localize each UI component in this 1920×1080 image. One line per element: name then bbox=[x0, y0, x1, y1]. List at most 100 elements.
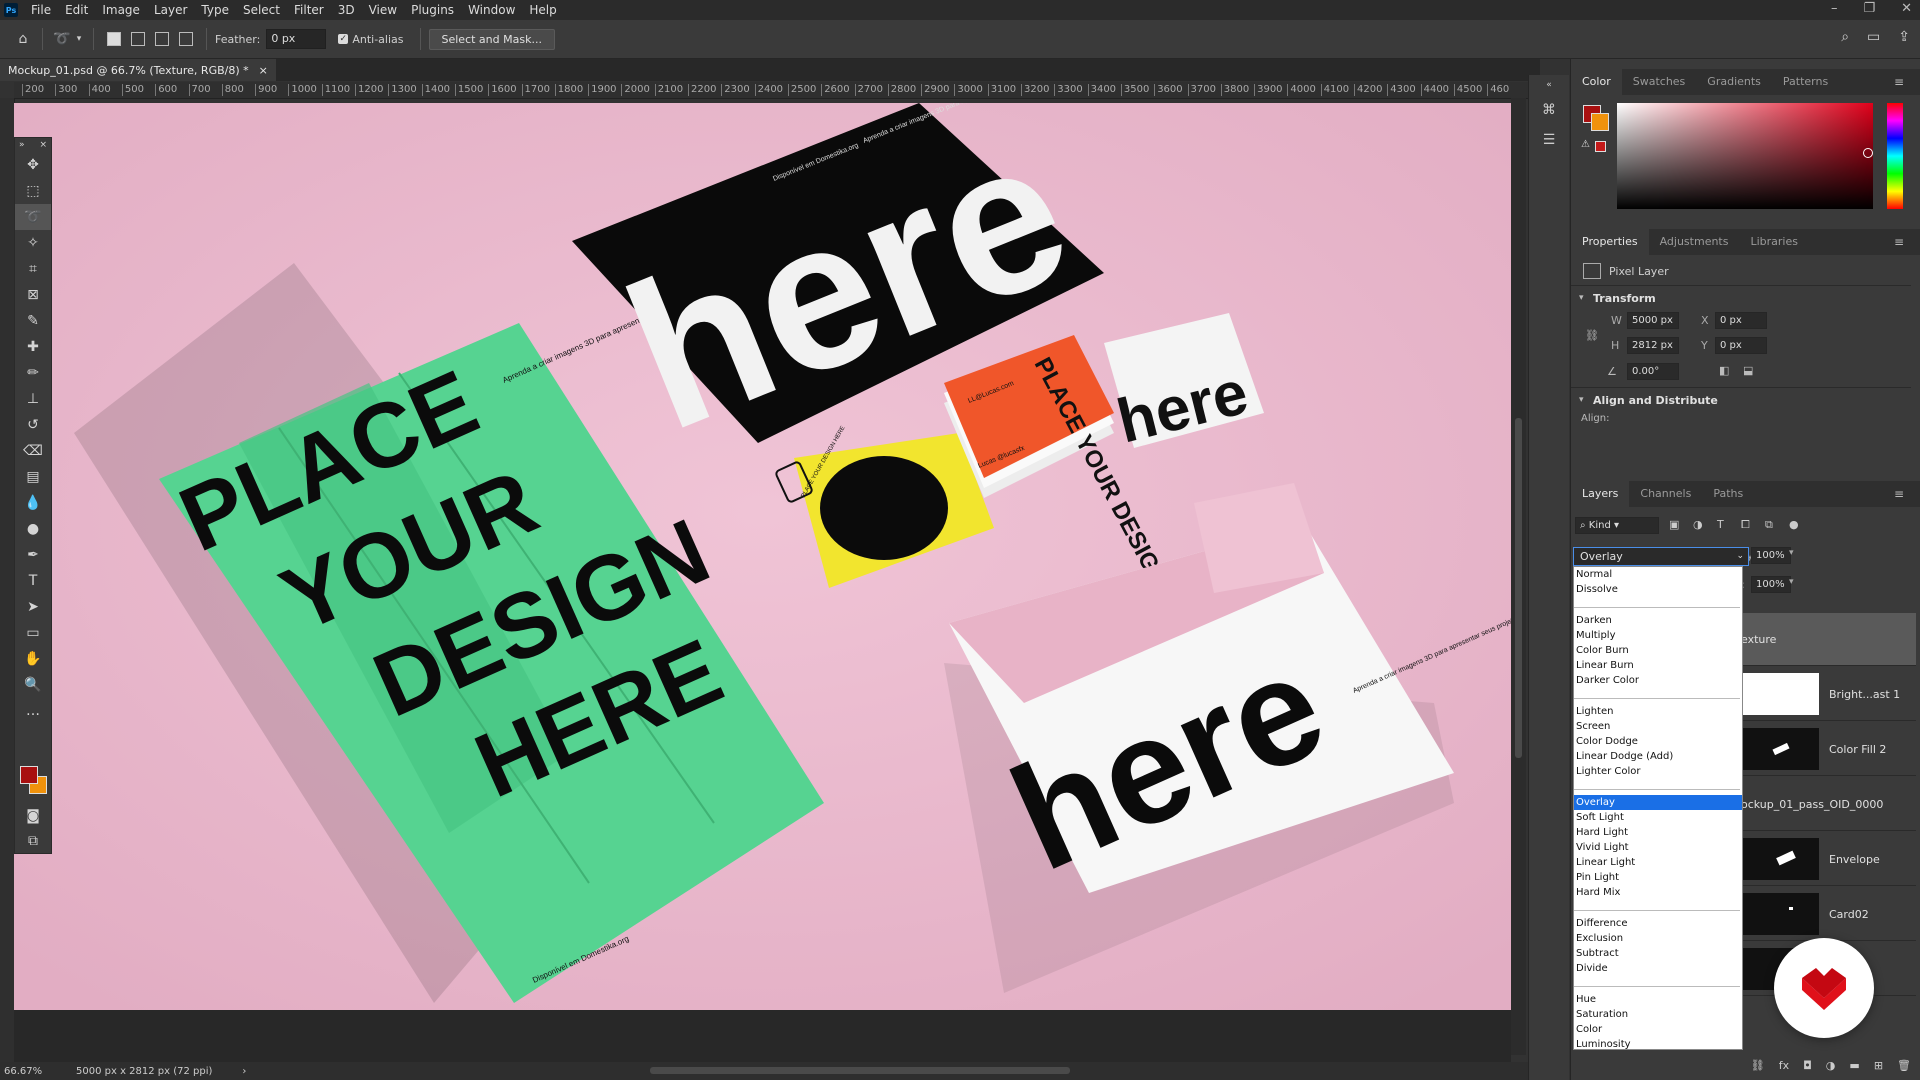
layer-row-envelope[interactable]: Envelope bbox=[1741, 833, 1916, 886]
collapse-dock-icon[interactable]: « bbox=[1529, 75, 1569, 95]
menu-edit[interactable]: Edit bbox=[58, 3, 95, 17]
path-select-icon[interactable]: ➤ bbox=[15, 594, 51, 620]
subtract-selection-mode-icon[interactable] bbox=[155, 32, 169, 46]
feather-input[interactable]: 0 px bbox=[266, 29, 327, 49]
panel-menu-icon[interactable]: ≡ bbox=[1883, 481, 1915, 507]
blend-mode-option[interactable]: Color bbox=[1574, 1022, 1742, 1037]
zoom-tool-icon[interactable]: 🔍 bbox=[15, 672, 51, 698]
menu-filter[interactable]: Filter bbox=[287, 3, 331, 17]
filter-smart-object-icon[interactable]: ⧉ bbox=[1765, 518, 1773, 532]
tab-libraries[interactable]: Libraries bbox=[1739, 229, 1809, 255]
blend-mode-option[interactable]: Overlay bbox=[1574, 795, 1742, 810]
tab-color[interactable]: Color bbox=[1571, 69, 1622, 95]
color-picker-cursor[interactable] bbox=[1863, 148, 1873, 158]
filter-type-icon[interactable]: T bbox=[1717, 518, 1724, 531]
history-panel-icon[interactable]: ⌘ bbox=[1529, 95, 1569, 125]
chevron-down-icon[interactable]: ▾ bbox=[1789, 548, 1794, 558]
type-tool-icon[interactable]: T bbox=[15, 568, 51, 594]
more-tools-icon[interactable]: … bbox=[15, 698, 51, 724]
layer-row-color-fill[interactable]: Color Fill 2 bbox=[1741, 723, 1916, 776]
blend-mode-option[interactable]: Hard Mix bbox=[1574, 885, 1742, 900]
blend-mode-option[interactable]: Color Burn bbox=[1574, 643, 1742, 658]
blend-mode-option[interactable]: Subtract bbox=[1574, 946, 1742, 961]
search-icon[interactable]: ⌕ bbox=[1841, 29, 1849, 45]
blend-mode-option[interactable]: Lighten bbox=[1574, 704, 1742, 719]
tab-gradients[interactable]: Gradients bbox=[1696, 69, 1772, 95]
scroll-thumb[interactable] bbox=[1515, 418, 1522, 758]
tab-paths[interactable]: Paths bbox=[1702, 481, 1754, 507]
menu-3d[interactable]: 3D bbox=[331, 3, 362, 17]
blend-mode-option[interactable]: Hard Light bbox=[1574, 825, 1742, 840]
menu-select[interactable]: Select bbox=[236, 3, 287, 17]
hand-tool-icon[interactable]: ✋ bbox=[15, 646, 51, 672]
blend-mode-option[interactable]: Multiply bbox=[1574, 628, 1742, 643]
zoom-level[interactable]: 66.67% bbox=[4, 1066, 72, 1077]
hue-slider[interactable] bbox=[1887, 103, 1903, 209]
rectangle-tool-icon[interactable]: ▭ bbox=[15, 620, 51, 646]
chevron-down-icon[interactable]: ▾ bbox=[73, 28, 85, 50]
crop-tool-icon[interactable]: ⌗ bbox=[15, 256, 51, 282]
width-field[interactable]: 5000 px bbox=[1627, 312, 1679, 329]
magic-wand-icon[interactable]: ✧ bbox=[15, 230, 51, 256]
close-icon[interactable]: ✕ bbox=[1901, 0, 1912, 18]
blend-mode-option[interactable]: Difference bbox=[1574, 916, 1742, 931]
blend-mode-select[interactable]: Overlay ⌄ bbox=[1573, 547, 1749, 566]
panel-menu-icon[interactable]: ≡ bbox=[1883, 69, 1915, 95]
menu-view[interactable]: View bbox=[362, 3, 404, 17]
layer-row-card02[interactable]: Card02 bbox=[1741, 888, 1916, 941]
blend-mode-option[interactable]: Linear Dodge (Add) bbox=[1574, 749, 1742, 764]
blend-mode-option[interactable]: Color Dodge bbox=[1574, 734, 1742, 749]
menu-file[interactable]: File bbox=[24, 3, 58, 17]
foreground-color-swatch[interactable] bbox=[20, 766, 38, 784]
filter-shape-icon[interactable]: ⧠ bbox=[1741, 518, 1750, 532]
blend-mode-option[interactable]: Darker Color bbox=[1574, 673, 1742, 688]
antialias-checkbox[interactable]: ✓ bbox=[338, 34, 349, 44]
tab-adjustments[interactable]: Adjustments bbox=[1649, 229, 1740, 255]
workspace-icon[interactable]: ▭ bbox=[1867, 29, 1880, 45]
tab-properties[interactable]: Properties bbox=[1571, 229, 1649, 255]
menu-type[interactable]: Type bbox=[194, 3, 236, 17]
adjustments-panel-icon[interactable]: ☰ bbox=[1529, 125, 1569, 155]
blend-mode-option[interactable]: Linear Burn bbox=[1574, 658, 1742, 673]
link-layers-icon[interactable]: ⛓ bbox=[1751, 1059, 1765, 1079]
filter-adjustment-icon[interactable]: ◑ bbox=[1693, 518, 1703, 531]
minimize-icon[interactable]: – bbox=[1831, 0, 1838, 18]
height-field[interactable]: 2812 px bbox=[1627, 337, 1679, 354]
blur-tool-icon[interactable]: 💧 bbox=[15, 490, 51, 516]
screen-mode-icon[interactable]: ⧉ bbox=[15, 828, 51, 854]
blend-mode-option[interactable]: Hue bbox=[1574, 992, 1742, 1007]
tab-channels[interactable]: Channels bbox=[1629, 481, 1702, 507]
healing-brush-icon[interactable]: ✚ bbox=[15, 334, 51, 360]
chevron-down-icon[interactable]: ▾ bbox=[1579, 395, 1584, 405]
bg-color-swatch[interactable] bbox=[1591, 113, 1609, 131]
blend-mode-option[interactable]: Exclusion bbox=[1574, 931, 1742, 946]
filter-pixel-icon[interactable]: ▣ bbox=[1669, 518, 1679, 531]
blend-mode-option[interactable]: Divide bbox=[1574, 961, 1742, 976]
angle-field[interactable]: 0.00° bbox=[1627, 363, 1679, 380]
collapse-icon[interactable]: » bbox=[19, 140, 25, 150]
document-tab[interactable]: Mockup_01.psd @ 66.7% (Texture, RGB/8) *… bbox=[0, 59, 276, 81]
tab-layers[interactable]: Layers bbox=[1571, 481, 1630, 507]
chevron-down-icon[interactable]: ▾ bbox=[1789, 577, 1794, 587]
tab-patterns[interactable]: Patterns bbox=[1772, 69, 1839, 95]
eraser-icon[interactable]: ⌫ bbox=[15, 438, 51, 464]
frame-tool-icon[interactable]: ⊠ bbox=[15, 282, 51, 308]
close-icon[interactable]: × bbox=[39, 140, 47, 150]
chevron-right-icon[interactable]: › bbox=[242, 1066, 246, 1077]
pen-tool-icon[interactable]: ✒ bbox=[15, 542, 51, 568]
close-tab-icon[interactable]: × bbox=[259, 64, 268, 77]
blend-mode-option[interactable]: Soft Light bbox=[1574, 810, 1742, 825]
delete-layer-icon[interactable]: 🗑 bbox=[1897, 1059, 1911, 1079]
layer-row-mockup-pass[interactable]: ockup_01_pass_OID_0000 bbox=[1741, 778, 1916, 831]
dodge-tool-icon[interactable]: ● bbox=[15, 516, 51, 542]
quick-mask-icon[interactable]: ◙ bbox=[15, 803, 51, 829]
new-layer-icon[interactable]: ⊞ bbox=[1874, 1059, 1883, 1079]
blend-mode-option[interactable]: Pin Light bbox=[1574, 870, 1742, 885]
gradient-tool-icon[interactable]: ▤ bbox=[15, 464, 51, 490]
gamut-color-swatch[interactable] bbox=[1595, 141, 1606, 152]
history-brush-icon[interactable]: ↺ bbox=[15, 412, 51, 438]
tab-swatches[interactable]: Swatches bbox=[1622, 69, 1697, 95]
fill-field[interactable]: 100% bbox=[1751, 576, 1791, 593]
blend-mode-option[interactable]: Linear Light bbox=[1574, 855, 1742, 870]
blend-mode-option[interactable]: Saturation bbox=[1574, 1007, 1742, 1022]
